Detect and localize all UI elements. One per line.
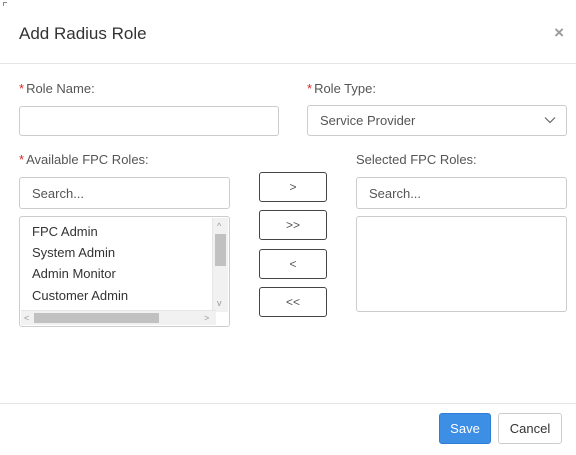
role-type-label: * Role Type:	[307, 81, 376, 96]
chevron-down-icon	[544, 117, 556, 124]
selected-roles-label: Selected FPC Roles:	[356, 152, 477, 167]
add-radius-role-dialog: Add Radius Role × * Role Name: * Role Type…	[0, 0, 576, 455]
dialog-title: Add Radius Role	[19, 24, 147, 43]
role-type-select[interactable]: Service Provider	[307, 105, 567, 136]
dialog-header: Add Radius Role ×	[0, 0, 576, 64]
vertical-scroll-thumb[interactable]	[215, 234, 226, 266]
list-item[interactable]: FPC Admin	[32, 224, 98, 239]
list-item[interactable]: Admin Monitor	[32, 266, 116, 281]
role-type-value: Service Provider	[320, 113, 416, 128]
scroll-left-icon[interactable]: <	[24, 313, 29, 323]
move-right-button[interactable]: >	[259, 172, 327, 202]
scroll-right-icon[interactable]: >	[204, 313, 209, 323]
available-roles-label: * Available FPC Roles:	[19, 152, 149, 167]
move-all-right-button[interactable]: >>	[259, 210, 327, 240]
role-name-label-text: Role Name:	[26, 81, 95, 96]
vertical-scrollbar[interactable]: ^ v	[212, 218, 228, 312]
scroll-down-icon[interactable]: v	[217, 298, 222, 308]
horizontal-scrollbar[interactable]: < >	[21, 310, 216, 325]
available-search-placeholder: Search...	[32, 185, 85, 201]
selected-search-placeholder: Search...	[369, 185, 422, 201]
move-left-button[interactable]: <	[259, 249, 327, 279]
required-marker: *	[19, 81, 25, 96]
available-roles-listbox[interactable]: FPC Admin System Admin Admin Monitor Cus…	[19, 216, 230, 327]
selected-roles-listbox[interactable]	[356, 216, 567, 312]
role-type-label-text: Role Type:	[314, 81, 376, 96]
required-marker: *	[19, 152, 25, 167]
list-item[interactable]: System Admin	[32, 245, 115, 260]
role-name-label: * Role Name:	[19, 81, 95, 96]
available-search-input[interactable]: Search...	[19, 177, 230, 209]
available-roles-label-text: Available FPC Roles:	[26, 152, 149, 167]
required-marker: *	[307, 81, 313, 96]
selected-search-input[interactable]: Search...	[356, 177, 567, 209]
horizontal-scroll-thumb[interactable]	[34, 313, 159, 323]
move-all-left-button[interactable]: <<	[259, 287, 327, 317]
footer-divider	[0, 403, 576, 404]
save-button[interactable]: Save	[439, 413, 491, 444]
close-icon[interactable]: ×	[554, 24, 564, 42]
role-name-input[interactable]	[19, 106, 279, 136]
scroll-up-icon[interactable]: ^	[217, 221, 221, 231]
cancel-button[interactable]: Cancel	[498, 413, 562, 444]
list-item[interactable]: Customer Admin	[32, 288, 128, 303]
